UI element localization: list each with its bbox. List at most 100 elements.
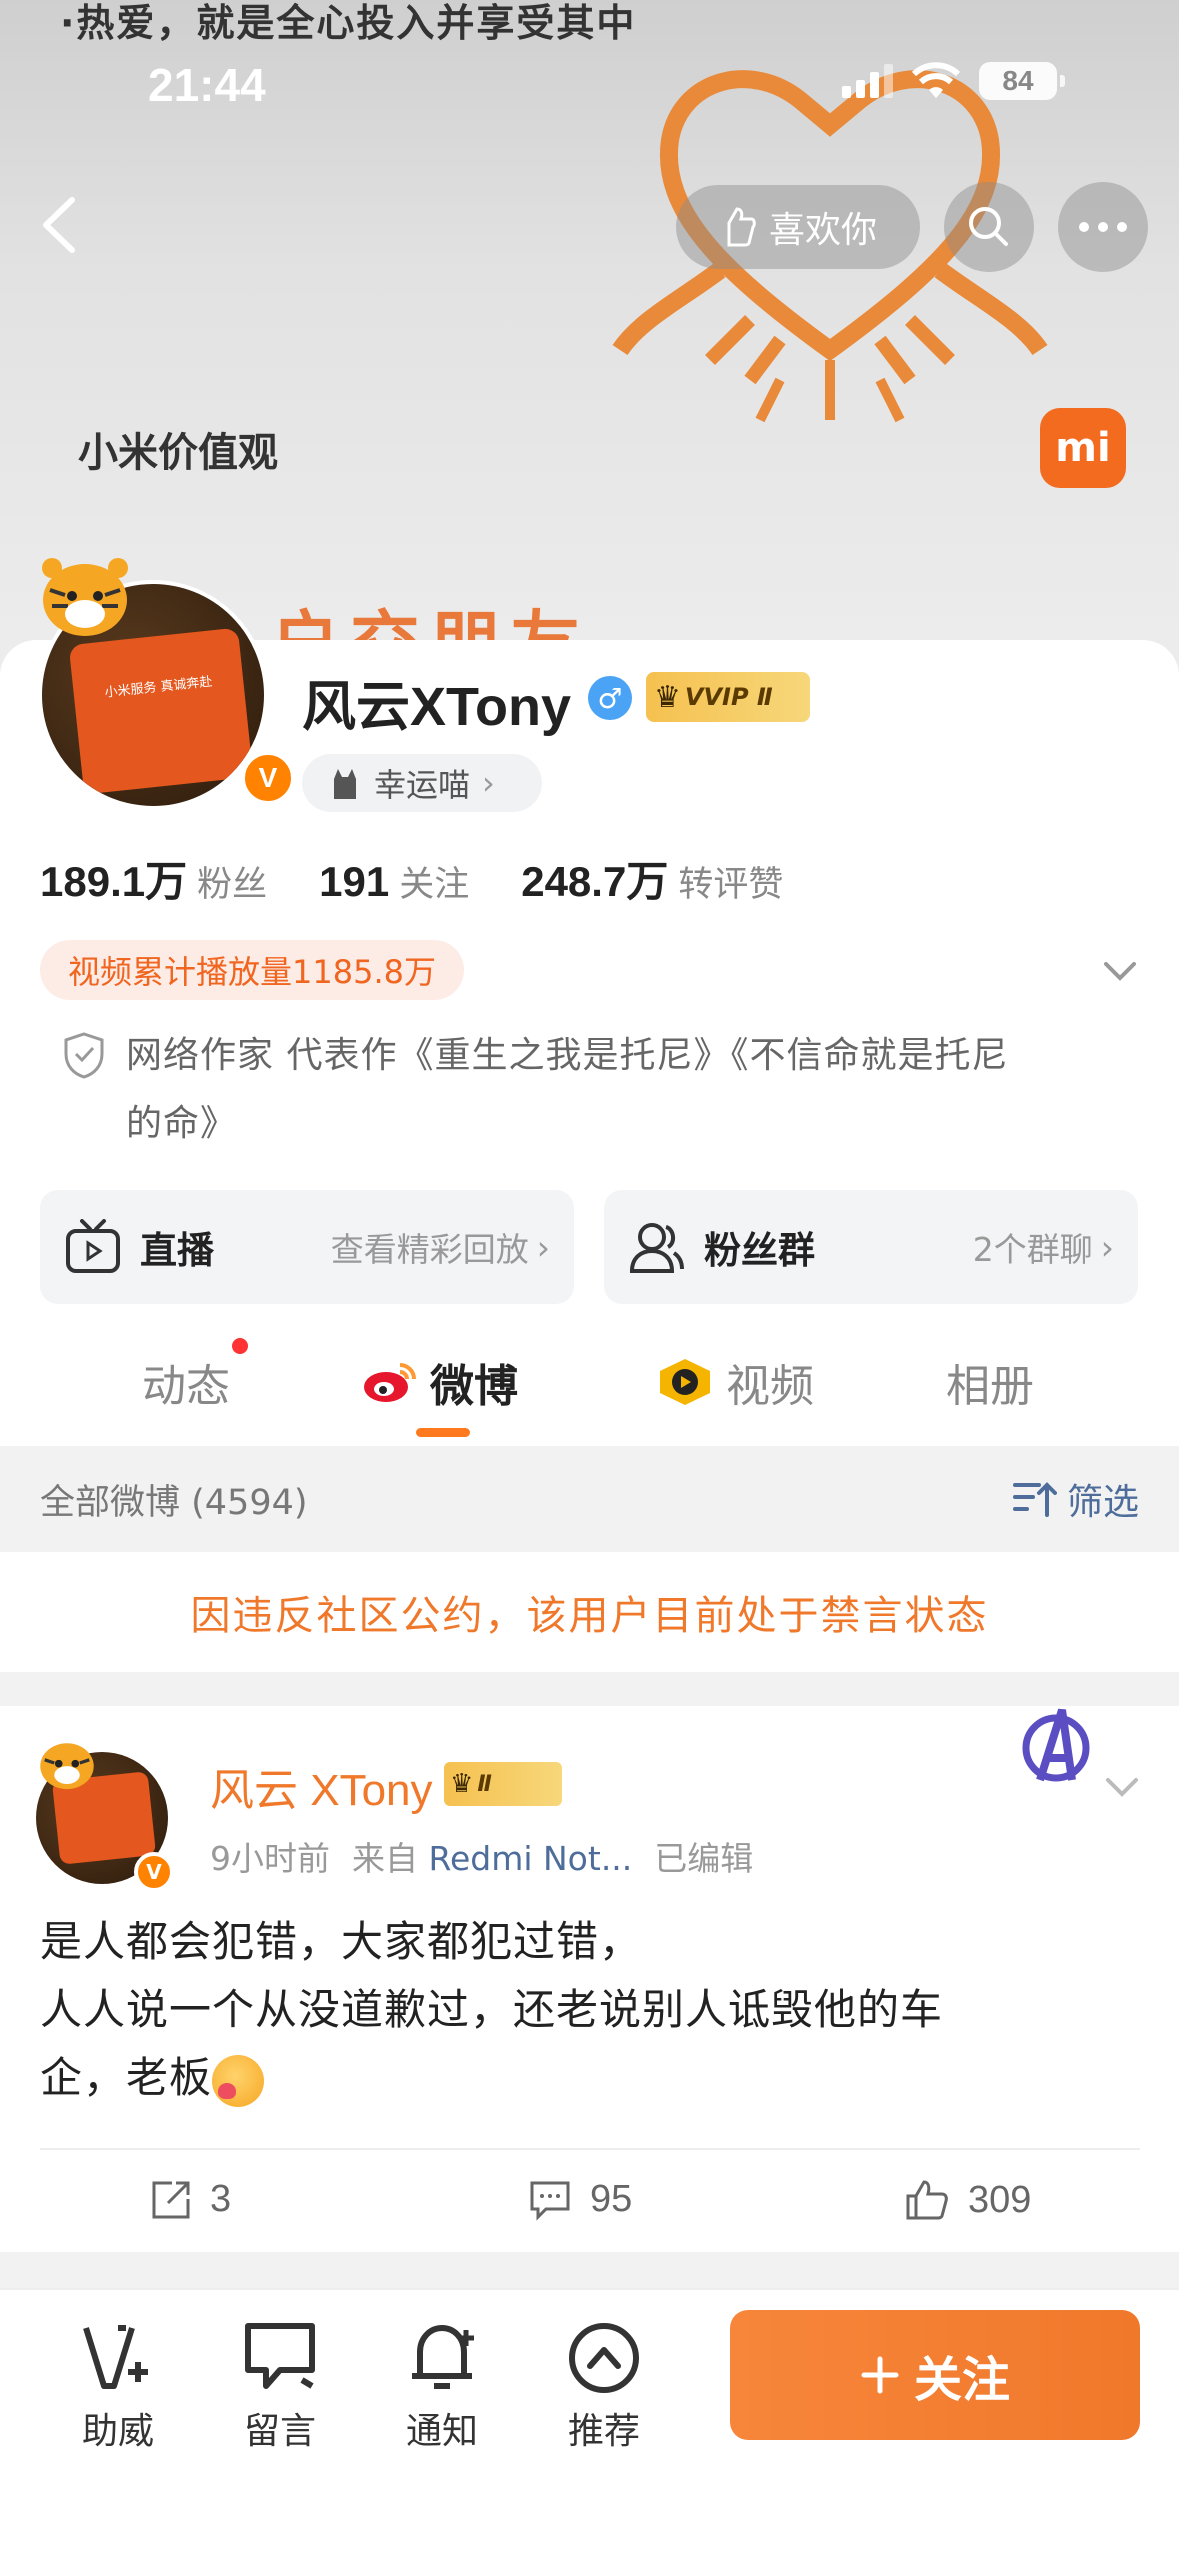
vvip-badge[interactable]: ♛ VVIP Ⅱ <box>646 672 810 722</box>
like-you-button[interactable]: 喜欢你 <box>676 185 920 269</box>
like-hand-icon <box>727 207 756 247</box>
live-sub: 查看精彩回放 › <box>331 1223 550 1271</box>
section-divider <box>0 2252 1179 2288</box>
verified-badge: V <box>240 750 296 806</box>
tab-weibo[interactable]: 微博 <box>362 1350 518 1414</box>
message-label: 留言 <box>243 2411 316 2452</box>
fans-group-card[interactable]: 粉丝群 2个群聊 › <box>604 1190 1138 1304</box>
like-count: 309 <box>968 2178 1032 2221</box>
stat-following[interactable]: 191 关注 <box>319 856 469 907</box>
notification-dot <box>232 1338 248 1354</box>
lucky-label: 幸运喵 <box>374 766 471 804</box>
status-icons: 84 <box>842 62 1065 100</box>
tab-video[interactable]: 视频 <box>656 1350 814 1414</box>
profile-avatar[interactable]: 小米服务 真诚奔赴 V <box>30 540 296 820</box>
active-tab-indicator <box>416 1428 470 1437</box>
bell-icon <box>412 2325 474 2389</box>
stat-following-num: 191 <box>319 858 390 905</box>
ban-notice: 因违反社区公约，该用户目前处于禁言状态 <box>0 1552 1179 1672</box>
video-views-badge[interactable]: 视频累计播放量1185.8万 <box>40 940 464 1000</box>
tv-icon <box>66 1219 120 1273</box>
cheer-icon <box>83 2325 148 2389</box>
video-icon <box>660 1359 710 1405</box>
post-vip-label: Ⅱ <box>477 1771 492 1797</box>
post-line-3-wrap: 企，老板 <box>40 2044 1120 2112</box>
avatar-box-text: 小米服务 真诚奔赴 <box>68 627 254 795</box>
signal-icon <box>842 64 893 98</box>
stat-fans-label: 粉丝 <box>197 865 268 905</box>
tiger-pendant-icon <box>42 558 128 636</box>
post-line-2: 人人说一个从没道歉过，还老说别人诋毁他的车 <box>40 1985 944 2034</box>
like-you-label: 喜欢你 <box>768 210 877 251</box>
stat-fans[interactable]: 189.1万 粉丝 <box>40 848 267 909</box>
gender-male-icon: ♂ <box>588 676 632 720</box>
recommend-button[interactable]: 推荐 <box>544 2320 664 2454</box>
tiger-pendant-icon <box>40 1743 94 1790</box>
banner-slogan: ·热爱，就是全心投入并享受其中 <box>60 1 637 45</box>
notify-button[interactable]: 通知 <box>382 2320 502 2454</box>
post-avatar[interactable]: V <box>36 1728 176 1892</box>
profile-stats: 189.1万 粉丝 191 关注 248.7万 转评赞 <box>40 848 835 909</box>
cheer-button[interactable]: 助威 <box>58 2320 178 2454</box>
back-icon[interactable] <box>30 190 90 260</box>
post-device[interactable]: Redmi Not... <box>429 1839 633 1878</box>
crown-icon: ♛ <box>654 679 681 715</box>
profile-tabs: 动态 微博 视频 相册 <box>0 1330 1179 1440</box>
profile-name: 风云XTony <box>302 677 571 737</box>
vvip-label: VVIP Ⅱ <box>684 683 773 711</box>
plus-icon <box>861 2356 899 2394</box>
weibo-icon <box>364 1363 416 1402</box>
filter-button[interactable]: 筛选 <box>1012 1473 1139 1525</box>
comment-count: 95 <box>590 2178 633 2220</box>
more-button[interactable] <box>1058 182 1148 272</box>
message-icon <box>245 2323 315 2389</box>
live-card[interactable]: 直播 查看精彩回放 › <box>40 1190 574 1304</box>
fans-sub-label: 2个群聊 <box>972 1230 1093 1269</box>
bio-line-1: 网络作家 代表作《重生之我是托尼》《不信命就是托尼 <box>126 1035 1009 1076</box>
post-line-1: 是人都会犯错，大家都犯过错， <box>40 1917 643 1966</box>
stat-fans-num: 189.1万 <box>40 858 188 905</box>
post-source-prefix: 来自 <box>352 1839 418 1878</box>
verified-badge: V <box>134 1852 174 1892</box>
notify-label: 通知 <box>405 2411 478 2452</box>
recommend-icon <box>569 2323 639 2393</box>
repost-icon <box>152 2181 190 2218</box>
status-time: 21:44 <box>148 59 266 111</box>
post-line-3: 企，老板 <box>40 2053 213 2102</box>
stat-interactions[interactable]: 248.7万 转评赞 <box>521 848 783 909</box>
tab-weibo-label: 微博 <box>430 1361 518 1412</box>
tab-feed-label: 动态 <box>142 1361 230 1412</box>
post-actions: 3 95 309 <box>0 2166 1179 2246</box>
tab-album-label: 相册 <box>946 1361 1034 1412</box>
stat-interactions-num: 248.7万 <box>521 858 669 905</box>
cat-icon <box>334 769 356 799</box>
follow-button[interactable]: 关注 <box>730 2310 1140 2440</box>
chevron-down-icon[interactable] <box>1100 1766 1144 1806</box>
post-divider <box>40 2148 1140 2150</box>
weibo-post[interactable]: V 风云 XTony ♛ Ⅱ 9小时前 来自 Redmi Not... 已编辑 … <box>0 1706 1179 2252</box>
chevron-down-icon[interactable] <box>1098 950 1142 990</box>
comment-button[interactable]: 95 <box>528 2178 632 2221</box>
post-content[interactable]: 是人都会犯错，大家都犯过错， 人人说一个从没道歉过，还老说别人诋毁他的车 企，老… <box>40 1908 1120 2112</box>
filter-label: 筛选 <box>1066 1482 1139 1523</box>
repost-button[interactable]: 3 <box>150 2178 231 2221</box>
tab-feed[interactable]: 动态 <box>142 1350 230 1414</box>
search-icon <box>969 207 1008 246</box>
message-button[interactable]: 留言 <box>220 2320 340 2454</box>
chevron-right-icon: › <box>1100 1227 1114 1267</box>
post-meta: 9小时前 来自 Redmi Not... 已编辑 <box>210 1832 753 1880</box>
filter-icon <box>1012 1482 1057 1517</box>
lucky-cat-pill[interactable]: 幸运喵 › <box>302 754 542 812</box>
fans-title: 粉丝群 <box>704 1229 815 1272</box>
post-author-name[interactable]: 风云 XTony <box>210 1754 433 1818</box>
chevron-right-icon: › <box>482 764 495 802</box>
tab-album[interactable]: 相册 <box>946 1350 1034 1414</box>
live-title: 直播 <box>140 1229 214 1272</box>
post-source: 来自 Redmi Not... <box>352 1832 632 1880</box>
tab-video-label: 视频 <box>726 1361 814 1412</box>
battery-icon: 84 <box>979 62 1065 100</box>
section-divider <box>0 1672 1179 1706</box>
search-button[interactable] <box>944 182 1034 272</box>
crown-icon: ♛ <box>450 1769 474 1799</box>
like-button[interactable]: 309 <box>904 2178 1031 2222</box>
